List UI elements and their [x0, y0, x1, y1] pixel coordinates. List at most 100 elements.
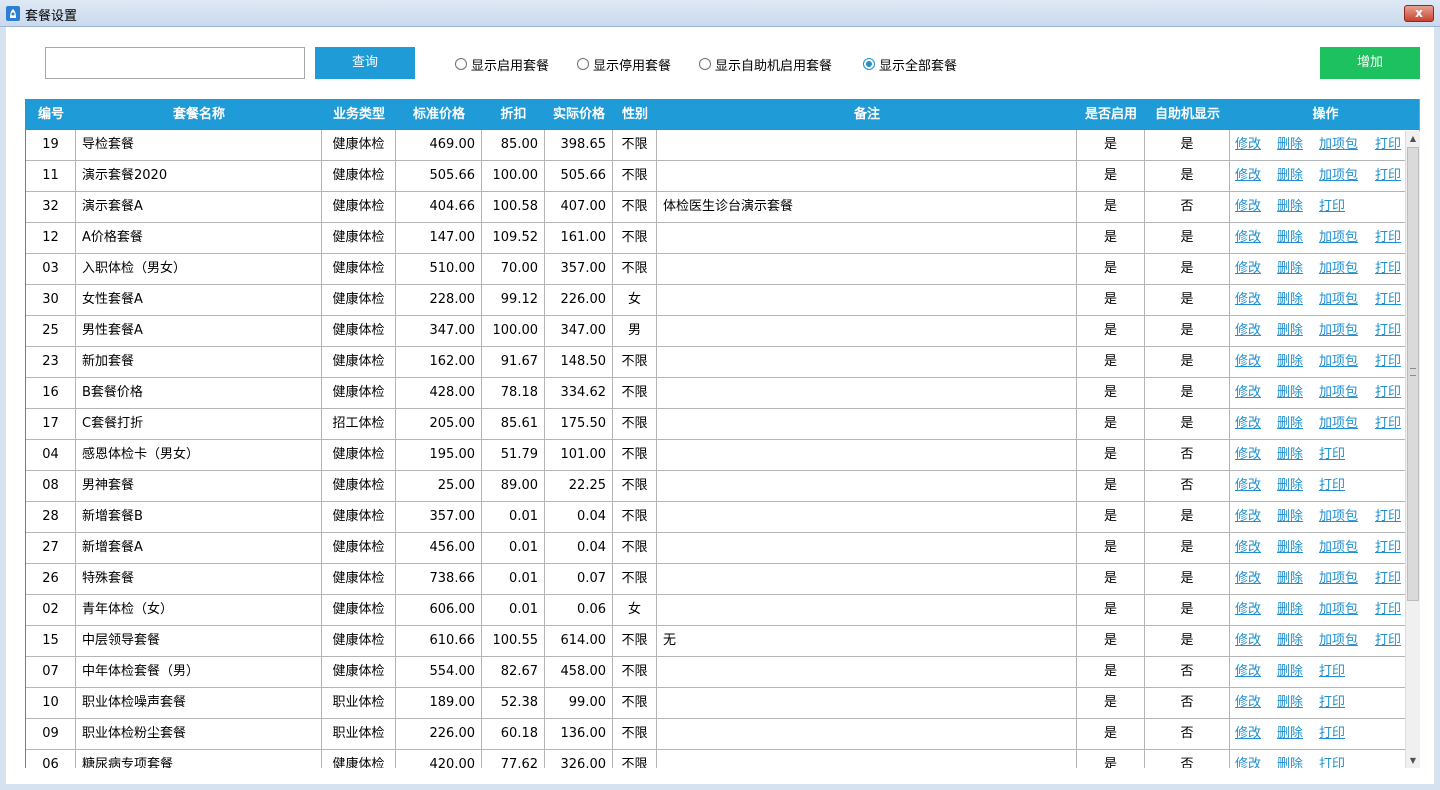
scrollbar-thumb[interactable]	[1407, 147, 1419, 601]
print-link[interactable]: 打印	[1375, 626, 1401, 656]
close-button[interactable]: x	[1404, 5, 1434, 22]
edit-link[interactable]: 修改	[1235, 626, 1261, 656]
edit-link[interactable]: 修改	[1235, 719, 1261, 749]
table-row[interactable]: 08 男神套餐 健康体检 25.00 89.00 22.25 不限 是否修改 删除 打印	[26, 471, 1406, 502]
table-row[interactable]: 16 B套餐价格 健康体检 428.00 78.18 334.62 不限是是修改 删除 加项包打…	[26, 378, 1406, 409]
delete-link[interactable]: 删除	[1277, 130, 1303, 160]
table-row[interactable]: 12 A价格套餐 健康体检 147.00 109.52 161.00 不限是是修改 删除 加项包…	[26, 223, 1406, 254]
table-row[interactable]: 30 女性套餐A 健康体检 228.00 99.12 226.00 女是是修改 删除 加项包 打印	[26, 285, 1406, 316]
table-row[interactable]: 26 特殊套餐 健康体检 738.66 0.01 0.07 不限是是修改 删除 加项包 打印	[26, 564, 1406, 595]
column-header-type[interactable]: 业务类型	[322, 99, 396, 130]
print-link[interactable]: 打印	[1375, 223, 1401, 253]
table-row[interactable]: 25 男性套餐A 健康体检 347.00 100.00 347.00 男是是修改 删除 加项包打…	[26, 316, 1406, 347]
edit-link[interactable]: 修改	[1235, 223, 1261, 253]
print-link[interactable]: 打印	[1319, 688, 1345, 718]
addon-package-link[interactable]: 加项包	[1319, 285, 1358, 315]
print-link[interactable]: 打印	[1375, 409, 1401, 439]
delete-link[interactable]: 删除	[1277, 719, 1303, 749]
column-header-std-price[interactable]: 标准价格	[396, 99, 482, 130]
table-row[interactable]: 23 新加套餐 健康体检 162.00 91.67 148.50 不限是是修改 删除 加项包 打印	[26, 347, 1406, 378]
delete-link[interactable]: 删除	[1277, 564, 1303, 594]
print-link[interactable]: 打印	[1319, 657, 1345, 687]
addon-package-link[interactable]: 加项包	[1319, 254, 1358, 284]
delete-link[interactable]: 删除	[1277, 502, 1303, 532]
edit-link[interactable]: 修改	[1235, 378, 1261, 408]
table-row[interactable]: 03 入职体检（男女） 健康体检 510.00 70.00 357.00 不限是是修改 删除加…	[26, 254, 1406, 285]
edit-link[interactable]: 修改	[1235, 657, 1261, 687]
delete-link[interactable]: 删除	[1277, 657, 1303, 687]
edit-link[interactable]: 修改	[1235, 285, 1261, 315]
column-header-enabled[interactable]: 是否启用	[1077, 99, 1145, 130]
vertical-scrollbar[interactable]: ▲ ▼	[1405, 131, 1420, 768]
print-link[interactable]: 打印	[1375, 254, 1401, 284]
edit-link[interactable]: 修改	[1235, 316, 1261, 346]
addon-package-link[interactable]: 加项包	[1319, 378, 1358, 408]
table-row[interactable]: 02 青年体检（女） 健康体检 606.00 0.01 0.06 女是是修改 删除 加项包 打印	[26, 595, 1406, 626]
print-link[interactable]: 打印	[1319, 471, 1345, 501]
delete-link[interactable]: 删除	[1277, 409, 1303, 439]
addon-package-link[interactable]: 加项包	[1319, 564, 1358, 594]
filter-kiosk-radio[interactable]: 显示自助机启用套餐	[699, 55, 832, 74]
add-button[interactable]: 增加	[1320, 47, 1420, 79]
addon-package-link[interactable]: 加项包	[1319, 130, 1358, 160]
edit-link[interactable]: 修改	[1235, 471, 1261, 501]
table-row[interactable]: 19 导检套餐 健康体检 469.00 85.00 398.65 不限是是修改 删除 加项包 打印	[26, 130, 1406, 161]
delete-link[interactable]: 删除	[1277, 254, 1303, 284]
table-row[interactable]: 27 新增套餐A 健康体检 456.00 0.01 0.04 不限是是修改 删除 加项包 打印	[26, 533, 1406, 564]
edit-link[interactable]: 修改	[1235, 440, 1261, 470]
scroll-up-arrow-icon[interactable]: ▲	[1406, 131, 1420, 146]
edit-link[interactable]: 修改	[1235, 192, 1261, 222]
addon-package-link[interactable]: 加项包	[1319, 347, 1358, 377]
print-link[interactable]: 打印	[1375, 564, 1401, 594]
addon-package-link[interactable]: 加项包	[1319, 595, 1358, 625]
delete-link[interactable]: 删除	[1277, 440, 1303, 470]
table-row[interactable]: 06 糖尿病专项套餐 健康体检 420.00 77.62 326.00 不限 是否修改 删除 打印	[26, 750, 1406, 768]
filter-enabled-radio[interactable]: 显示启用套餐	[455, 55, 549, 74]
print-link[interactable]: 打印	[1375, 161, 1401, 191]
query-button[interactable]: 查询	[315, 47, 415, 79]
column-header-actual-price[interactable]: 实际价格	[545, 99, 613, 130]
column-header-gender[interactable]: 性别	[613, 99, 657, 130]
edit-link[interactable]: 修改	[1235, 130, 1261, 160]
edit-link[interactable]: 修改	[1235, 161, 1261, 191]
addon-package-link[interactable]: 加项包	[1319, 533, 1358, 563]
filter-all-radio[interactable]: 显示全部套餐	[863, 55, 957, 74]
delete-link[interactable]: 删除	[1277, 223, 1303, 253]
edit-link[interactable]: 修改	[1235, 688, 1261, 718]
delete-link[interactable]: 删除	[1277, 471, 1303, 501]
table-row[interactable]: 04 感恩体检卡（男女） 健康体检 195.00 51.79 101.00 不限 是否修改 删除…	[26, 440, 1406, 471]
delete-link[interactable]: 删除	[1277, 750, 1303, 768]
edit-link[interactable]: 修改	[1235, 595, 1261, 625]
delete-link[interactable]: 删除	[1277, 285, 1303, 315]
table-row[interactable]: 07 中年体检套餐（男） 健康体检 554.00 82.67 458.00 不限 是否修改 删除…	[26, 657, 1406, 688]
addon-package-link[interactable]: 加项包	[1319, 223, 1358, 253]
print-link[interactable]: 打印	[1319, 440, 1345, 470]
scroll-down-arrow-icon[interactable]: ▼	[1406, 753, 1420, 768]
edit-link[interactable]: 修改	[1235, 409, 1261, 439]
table-row[interactable]: 17 C套餐打折 招工体检 205.00 85.61 175.50 不限是是修改 删除 加项包打…	[26, 409, 1406, 440]
print-link[interactable]: 打印	[1375, 285, 1401, 315]
table-row[interactable]: 10 职业体检噪声套餐 职业体检 189.00 52.38 99.00 不限 是否修改 删除 打印	[26, 688, 1406, 719]
column-header-id[interactable]: 编号	[26, 99, 76, 130]
delete-link[interactable]: 删除	[1277, 192, 1303, 222]
addon-package-link[interactable]: 加项包	[1319, 409, 1358, 439]
edit-link[interactable]: 修改	[1235, 254, 1261, 284]
search-input[interactable]	[45, 47, 305, 79]
print-link[interactable]: 打印	[1319, 719, 1345, 749]
edit-link[interactable]: 修改	[1235, 750, 1261, 768]
print-link[interactable]: 打印	[1319, 192, 1345, 222]
column-header-discount[interactable]: 折扣	[482, 99, 545, 130]
print-link[interactable]: 打印	[1375, 130, 1401, 160]
edit-link[interactable]: 修改	[1235, 347, 1261, 377]
print-link[interactable]: 打印	[1375, 502, 1401, 532]
table-row[interactable]: 11 演示套餐2020 健康体检 505.66 100.00 505.66 不限是是修改 删除…	[26, 161, 1406, 192]
print-link[interactable]: 打印	[1319, 750, 1345, 768]
delete-link[interactable]: 删除	[1277, 595, 1303, 625]
delete-link[interactable]: 删除	[1277, 316, 1303, 346]
table-row[interactable]: 15 中层领导套餐 健康体检 610.66 100.55 614.00 不限无是是修改 删除加…	[26, 626, 1406, 657]
table-row[interactable]: 09 职业体检粉尘套餐 职业体检 226.00 60.18 136.00 不限 是否修改 删除打…	[26, 719, 1406, 750]
table-row[interactable]: 32 演示套餐A 健康体检 404.66 100.58 407.00 不限 体检医生诊台演示套…	[26, 192, 1406, 223]
delete-link[interactable]: 删除	[1277, 688, 1303, 718]
delete-link[interactable]: 删除	[1277, 533, 1303, 563]
print-link[interactable]: 打印	[1375, 595, 1401, 625]
